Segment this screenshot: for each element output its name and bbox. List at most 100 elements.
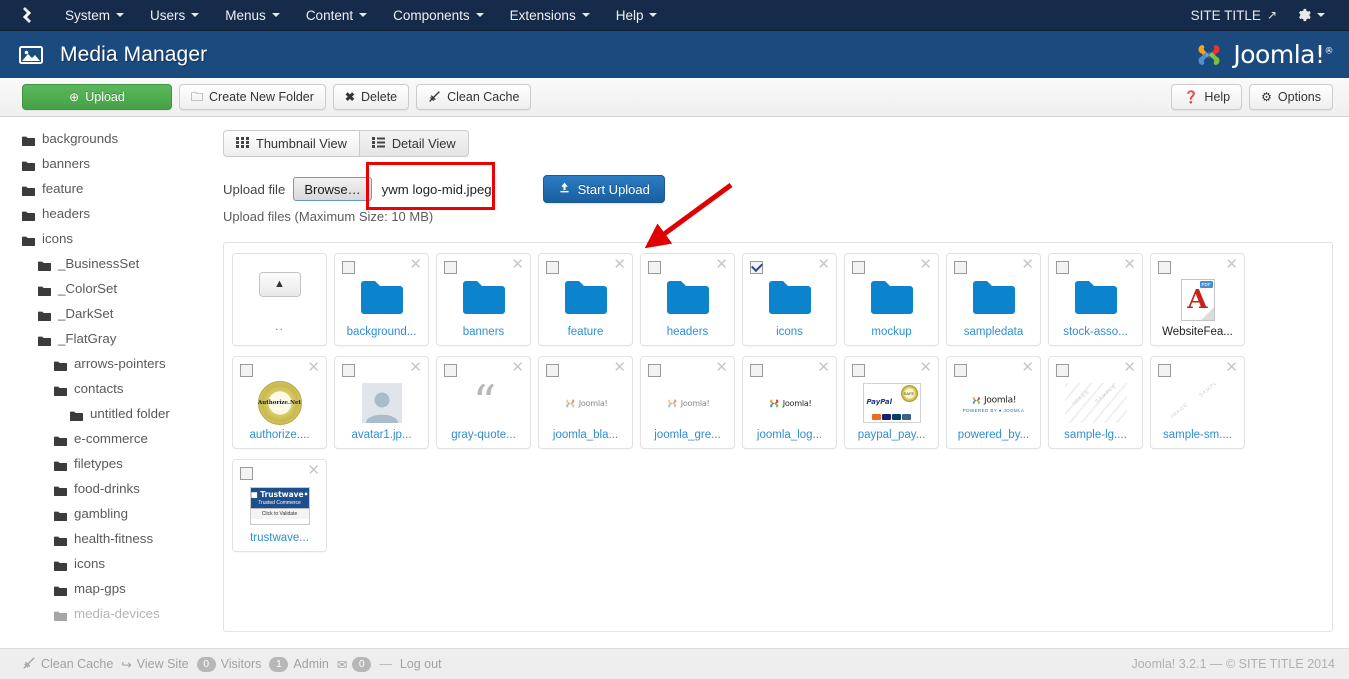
thumbnail-checkbox[interactable] (546, 364, 559, 377)
site-title-link[interactable]: SITE TITLE ↗ (1181, 2, 1287, 29)
nav-item-components[interactable]: Components (380, 2, 497, 29)
thumbnail-checkbox[interactable] (1158, 261, 1171, 274)
thumbnail-label[interactable]: powered_by... (947, 429, 1040, 441)
help-button[interactable]: ❓ Help (1171, 84, 1243, 110)
up-arrow-icon[interactable]: ▲ (258, 271, 301, 297)
thumbnail-item[interactable]: ✕ Joomla! joomla_log... (742, 356, 837, 449)
footer-logout[interactable]: Log out (400, 657, 442, 671)
thumbnail-item[interactable]: ✕ Joomla! joomla_gre... (640, 356, 735, 449)
thumbnail-item[interactable]: ✕ Joomla! joomla_bla... (538, 356, 633, 449)
close-icon[interactable]: ✕ (511, 360, 524, 375)
tree-item-filetypes[interactable]: filetypes (0, 453, 215, 478)
tree-item-backgrounds[interactable]: backgrounds (0, 128, 215, 153)
footer-view-site[interactable]: ↪ View Site (121, 657, 188, 672)
thumbnail-label[interactable]: mockup (845, 326, 938, 338)
thumbnail-item[interactable]: ✕ Joomla! POWERED BY ● JOOMLA powered_by... (946, 356, 1041, 449)
user-menu-button[interactable] (1287, 2, 1335, 28)
thumbnail-label[interactable]: gray-quote... (437, 429, 530, 441)
thumbnail-checkbox[interactable] (342, 261, 355, 274)
close-icon[interactable]: ✕ (1021, 257, 1034, 272)
tree-item-untitled-folder[interactable]: untitled folder (0, 403, 215, 428)
thumbnail-item[interactable]: ✕ IMAGE SAMPLE sample-lg.... (1048, 356, 1143, 449)
nav-item-menus[interactable]: Menus (212, 2, 293, 29)
thumbnail-label[interactable]: background... (335, 326, 428, 338)
nav-item-help[interactable]: Help (603, 2, 671, 29)
tree-item-e-commerce[interactable]: e-commerce (0, 428, 215, 453)
tree-item-businessset[interactable]: _BusinessSet (0, 253, 215, 278)
joomla-logo-icon[interactable] (16, 4, 38, 26)
thumbnail-item[interactable]: ✕ banners (436, 253, 531, 346)
thumbnail-item[interactable]: ✕ ■ Trustwave• Trusted Commerce Click to Va… (232, 459, 327, 552)
start-upload-button[interactable]: Start Upload (542, 175, 665, 203)
thumbnail-checkbox[interactable] (648, 364, 661, 377)
thumbnail-checkbox[interactable] (648, 261, 661, 274)
nav-item-extensions[interactable]: Extensions (497, 2, 603, 29)
tree-item-headers[interactable]: headers (0, 203, 215, 228)
thumbnail-label[interactable]: joomla_gre... (641, 429, 734, 441)
tree-item-feature[interactable]: feature (0, 178, 215, 203)
thumbnail-label[interactable]: WebsiteFea... (1151, 326, 1244, 338)
nav-item-users[interactable]: Users (137, 2, 212, 29)
thumbnail-item[interactable]: ✕ avatar1.jp... (334, 356, 429, 449)
close-icon[interactable]: ✕ (919, 257, 932, 272)
tree-item-icons[interactable]: icons (0, 228, 215, 253)
tree-item-colorset[interactable]: _ColorSet (0, 278, 215, 303)
close-icon[interactable]: ✕ (409, 257, 422, 272)
tree-item-icons[interactable]: icons (0, 553, 215, 578)
folder-tree-sidebar[interactable]: backgrounds banners feature headers icons _Bu… (0, 118, 215, 648)
thumbnail-label[interactable]: avatar1.jp... (335, 429, 428, 441)
thumbnail-checkbox[interactable] (954, 261, 967, 274)
thumbnail-checkbox[interactable] (750, 261, 763, 274)
close-icon[interactable]: ✕ (409, 360, 422, 375)
thumbnail-checkbox[interactable] (240, 467, 253, 480)
close-icon[interactable]: ✕ (817, 257, 830, 272)
close-icon[interactable]: ✕ (1123, 257, 1136, 272)
file-input[interactable]: Browse… ywm logo-mid.jpeg (293, 177, 492, 201)
thumbnail-item[interactable]: ✕ sampledata (946, 253, 1041, 346)
nav-item-system[interactable]: System (52, 2, 137, 29)
tree-item-food-drinks[interactable]: food-drinks (0, 478, 215, 503)
thumbnail-checkbox[interactable] (1056, 364, 1069, 377)
upload-button[interactable]: ⊕ Upload (22, 84, 172, 110)
thumbnail-label[interactable]: icons (743, 326, 836, 338)
thumbnail-label[interactable]: sampledata (947, 326, 1040, 338)
close-icon[interactable]: ✕ (613, 360, 626, 375)
clean-cache-button[interactable]: Clean Cache (416, 84, 532, 110)
footer-admin[interactable]: 1 Admin (269, 656, 329, 672)
thumbnail-checkbox[interactable] (750, 364, 763, 377)
close-icon[interactable]: ✕ (715, 257, 728, 272)
thumbnail-item[interactable]: ✕ stock-asso... (1048, 253, 1143, 346)
thumbnail-label[interactable]: banners (437, 326, 530, 338)
thumbnail-checkbox[interactable] (852, 261, 865, 274)
thumbnail-item[interactable]: ✕ headers (640, 253, 735, 346)
parent-folder-tile[interactable]: ▲.. (232, 253, 327, 346)
create-new-folder-button[interactable]: 🗀 Create New Folder (179, 84, 326, 110)
tree-item-gambling[interactable]: gambling (0, 503, 215, 528)
thumbnail-label[interactable]: sample-sm.... (1151, 429, 1244, 441)
thumbnail-label[interactable]: paypal_pay... (845, 429, 938, 441)
close-icon[interactable]: ✕ (1123, 360, 1136, 375)
tree-item-arrows-pointers[interactable]: arrows-pointers (0, 353, 215, 378)
close-icon[interactable]: ✕ (511, 257, 524, 272)
tab-thumbnail-view[interactable]: Thumbnail View (223, 130, 360, 157)
close-icon[interactable]: ✕ (919, 360, 932, 375)
footer-visitors[interactable]: 0 Visitors (196, 656, 261, 672)
close-icon[interactable]: ✕ (307, 463, 320, 478)
tree-item-map-gps[interactable]: map-gps (0, 578, 215, 603)
delete-button[interactable]: ✖ Delete (332, 84, 410, 110)
thumbnail-label[interactable]: stock-asso... (1049, 326, 1142, 338)
thumbnail-checkbox[interactable] (546, 261, 559, 274)
thumbnail-item[interactable]: ✕ feature (538, 253, 633, 346)
footer-messages[interactable]: ✉ 0 (337, 656, 372, 672)
thumbnail-label[interactable]: sample-lg.... (1049, 429, 1142, 441)
thumbnail-label[interactable]: authorize.... (233, 429, 326, 441)
tree-item-health-fitness[interactable]: health-fitness (0, 528, 215, 553)
thumbnail-item[interactable]: ✕ icons (742, 253, 837, 346)
tree-item-media-devices[interactable]: media-devices (0, 603, 215, 628)
close-icon[interactable]: ✕ (817, 360, 830, 375)
thumbnail-item[interactable]: ✕ background... (334, 253, 429, 346)
thumbnail-checkbox[interactable] (444, 261, 457, 274)
thumbnail-label[interactable]: joomla_log... (743, 429, 836, 441)
tab-detail-view[interactable]: Detail View (359, 130, 469, 157)
thumbnail-checkbox[interactable] (444, 364, 457, 377)
